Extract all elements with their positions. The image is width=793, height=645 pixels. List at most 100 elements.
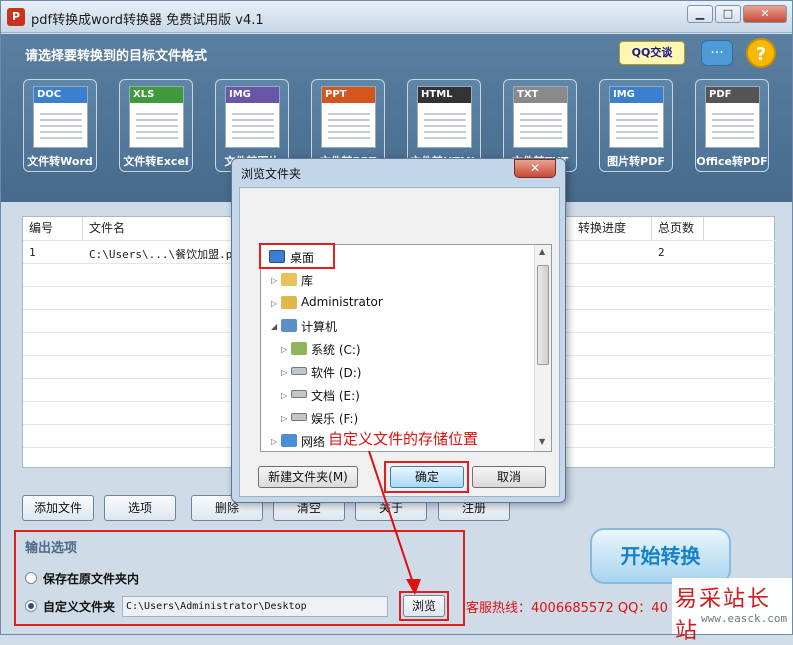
row-pages: 2 [658,246,665,259]
document-icon: IMG [225,86,280,148]
library-icon [281,273,297,286]
page-lines [40,109,82,141]
format-label: 文件转Excel [123,155,189,168]
network-icon [281,434,297,447]
format-tag: HTML [418,87,471,103]
browse-highlight [399,591,449,621]
page-lines [424,109,466,141]
format-tag: PDF [706,87,759,103]
dialog-body: 桌面 ▷ 库 ▷ Administrator ◢ 计算机 ▷ 系统 (C:) ▷… [239,187,560,497]
page-lines [328,109,370,141]
col-header-number[interactable]: 编号 [23,217,83,240]
format-tag: IMG [226,87,279,103]
format-tag: TXT [514,87,567,103]
folder-tree[interactable]: 桌面 ▷ 库 ▷ Administrator ◢ 计算机 ▷ 系统 (C:) ▷… [259,243,552,452]
format-label: Office转PDF [696,155,768,168]
format-label: 文件转Word [27,155,93,168]
expand-arrow-icon[interactable]: ▷ [281,391,287,400]
document-icon: HTML [417,86,472,148]
ok-highlight [384,461,469,493]
title-bar: P pdf转换成word转换器 免费试用版 v4.1 ▁ □ ✕ [1,1,792,33]
minimize-button[interactable]: ▁ [687,5,713,23]
new-folder-button[interactable]: 新建文件夹(M) [258,466,358,488]
maximize-button[interactable]: □ [715,5,741,23]
cancel-button[interactable]: 取消 [472,466,546,488]
scroll-down-icon[interactable]: ▼ [539,437,545,446]
scroll-thumb[interactable] [537,265,549,365]
document-icon: TXT [513,86,568,148]
document-icon: XLS [129,86,184,148]
tree-scrollbar[interactable]: ▲ ▼ [534,245,551,451]
drive-icon [291,413,307,421]
window-title: pdf转换成word转换器 免费试用版 v4.1 [31,13,264,28]
drive-icon [291,390,307,398]
qq-chat-button[interactable]: QQ交谈 [619,41,685,65]
radio-custom-folder[interactable] [25,600,37,612]
scroll-up-icon[interactable]: ▲ [539,247,545,256]
expand-arrow-icon[interactable]: ▷ [281,368,287,377]
row-filename: C:\Users\...\餐饮加盟.pd [89,248,239,261]
chat-bubble-icon[interactable]: ··· [701,40,733,66]
format-tag: DOC [34,87,87,103]
dialog-close-button[interactable]: ✕ [514,159,556,178]
tree-item-drive-c[interactable]: 系统 (C:) [311,341,361,358]
expand-arrow-icon[interactable]: ▷ [271,437,277,446]
page-lines [520,109,562,141]
start-convert-button[interactable]: 开始转换 [590,528,731,584]
expand-arrow-icon[interactable]: ▷ [281,414,287,423]
document-icon: IMG [609,86,664,148]
expand-arrow-icon[interactable]: ▷ [281,345,287,354]
browse-folder-dialog: 浏览文件夹 ✕ 桌面 ▷ 库 ▷ Administrator ◢ 计算机 ▷ 系… [231,158,566,503]
watermark-url: www.easck.com [701,612,788,625]
tree-item-computer[interactable]: 计算机 [301,318,337,335]
tree-item-drive-f[interactable]: 娱乐 (F:) [311,410,358,427]
options-button[interactable]: 选项 [104,495,176,521]
format-tile-2[interactable]: XLS 文件转Excel [119,79,193,172]
expand-arrow-icon[interactable]: ▷ [271,276,277,285]
tree-item-network[interactable]: 网络 [301,433,325,450]
tree-item-library[interactable]: 库 [301,272,313,289]
drive-icon [291,342,307,355]
col-header-pages[interactable]: 总页数 [652,217,704,240]
tree-item-drive-e[interactable]: 文档 (E:) [311,387,360,404]
label-save-original[interactable]: 保存在原文件夹内 [43,570,139,587]
tree-item-administrator[interactable]: Administrator [301,295,383,309]
format-tile-8[interactable]: PDF Office转PDF [695,79,769,172]
app-window: P pdf转换成word转换器 免费试用版 v4.1 ▁ □ ✕ 请选择要转换到… [0,0,793,644]
format-tag: PPT [322,87,375,103]
page-lines [232,109,274,141]
help-icon[interactable]: ? [746,38,776,68]
document-icon: PPT [321,86,376,148]
format-label: 图片转PDF [607,155,665,168]
page-lines [136,109,178,141]
tree-item-drive-d[interactable]: 软件 (D:) [311,364,361,381]
header-title: 请选择要转换到的目标文件格式 [25,49,208,64]
output-path-input[interactable]: C:\Users\Administrator\Desktop [122,596,388,617]
pdf-app-icon: P [7,8,25,26]
collapse-arrow-icon[interactable]: ◢ [271,322,277,331]
page-lines [616,109,658,141]
page-lines [712,109,754,141]
annotation-text: 自定义文件的存储位置 [328,428,479,449]
computer-icon [281,319,297,332]
tree-item-desktop[interactable]: 桌面 [290,249,314,266]
document-icon: DOC [33,86,88,148]
document-icon: PDF [705,86,760,148]
desktop-icon [269,250,285,263]
col-header-progress[interactable]: 转换进度 [572,217,652,240]
format-tag: IMG [610,87,663,103]
format-tile-7[interactable]: IMG 图片转PDF [599,79,673,172]
expand-arrow-icon[interactable]: ▷ [271,299,277,308]
user-folder-icon [281,296,297,309]
close-button[interactable]: ✕ [743,5,787,23]
radio-save-original[interactable] [25,572,37,584]
add-file-button[interactable]: 添加文件 [22,495,94,521]
format-tag: XLS [130,87,183,103]
format-tile-1[interactable]: DOC 文件转Word [23,79,97,172]
dialog-title: 浏览文件夹 [241,167,302,181]
hotline-text: 客服热线：4006685572 QQ：40 [466,601,668,616]
drive-icon [291,367,307,375]
label-custom-folder[interactable]: 自定义文件夹 [43,598,115,615]
output-options-title: 输出选项 [25,541,78,556]
row-number: 1 [29,246,36,259]
